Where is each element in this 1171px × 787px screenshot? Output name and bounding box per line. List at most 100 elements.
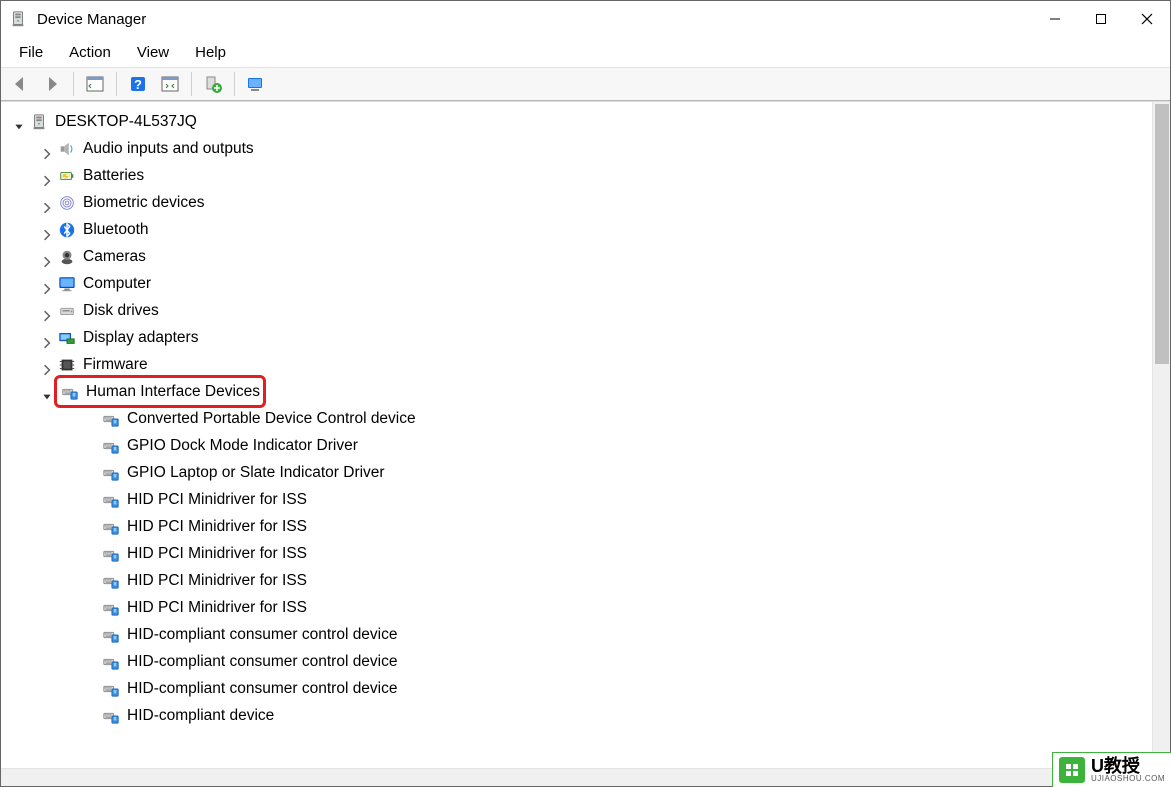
toolbar-help-button[interactable] [125,71,151,97]
display-icon [57,328,77,348]
tree-device-label: HID-compliant consumer control device [127,621,398,648]
menu-bar: File Action View Help [1,37,1170,67]
tree-category-label: Biometric devices [83,189,204,216]
app-icon [9,10,27,28]
toolbar-add-hardware-button[interactable] [200,71,226,97]
tree-device[interactable]: Converted Portable Device Control device [11,405,1152,432]
tree-device[interactable]: HID-compliant consumer control device [11,648,1152,675]
expand-arrow-icon[interactable] [41,358,55,372]
device-manager-window: Device Manager File Action View Help DES… [0,0,1171,787]
expand-arrow-icon[interactable] [41,304,55,318]
tree-category[interactable]: Firmware [11,351,1152,378]
vertical-scrollbar[interactable] [1152,102,1170,768]
window-title: Device Manager [37,11,146,28]
expand-arrow-icon[interactable] [41,169,55,183]
tree-root[interactable]: DESKTOP-4L537JQ [11,108,1152,135]
title-bar: Device Manager [1,1,1170,37]
device-tree[interactable]: DESKTOP-4L537JQ Audio inputs and outputs… [1,102,1152,768]
scrollbar-thumb[interactable] [1155,104,1169,364]
expand-arrow-icon[interactable] [41,196,55,210]
content-area: DESKTOP-4L537JQ Audio inputs and outputs… [1,101,1170,768]
computer-icon [29,112,49,132]
menu-view[interactable]: View [125,40,181,65]
hid-icon [101,490,121,510]
hid-icon [101,598,121,618]
toolbar-remote-button[interactable] [243,71,269,97]
tree-device[interactable]: GPIO Dock Mode Indicator Driver [11,432,1152,459]
expand-arrow-icon[interactable] [41,331,55,345]
watermark: U教授 UJIAOSHOU.COM [1052,752,1171,787]
tree-device[interactable]: HID PCI Minidriver for ISS [11,567,1152,594]
camera-icon [57,247,77,267]
tree-device-label: HID-compliant device [127,702,274,729]
tree-category[interactable]: Disk drives [11,297,1152,324]
tree-device-label: Converted Portable Device Control device [127,405,416,432]
watermark-brand: U教授 [1091,757,1165,775]
toolbar-separator [116,72,117,96]
minimize-button[interactable] [1032,3,1078,35]
tree-category[interactable]: Computer [11,270,1152,297]
tree-category[interactable]: Biometric devices [11,189,1152,216]
menu-action[interactable]: Action [57,40,123,65]
expand-arrow-icon[interactable] [41,277,55,291]
toolbar-scan-button[interactable] [157,71,183,97]
tree-device-label: HID PCI Minidriver for ISS [127,594,307,621]
monitor-icon [57,274,77,294]
tree-device[interactable]: HID PCI Minidriver for ISS [11,594,1152,621]
tree-device[interactable]: GPIO Laptop or Slate Indicator Driver [11,459,1152,486]
disk-icon [57,301,77,321]
tree-category[interactable]: Human Interface Devices [11,378,1152,405]
menu-file[interactable]: File [7,40,55,65]
tree-category[interactable]: Audio inputs and outputs [11,135,1152,162]
hid-icon [101,544,121,564]
tree-device[interactable]: HID PCI Minidriver for ISS [11,486,1152,513]
toolbar-separator [73,72,74,96]
tree-category[interactable]: Batteries [11,162,1152,189]
fingerprint-icon [57,193,77,213]
close-button[interactable] [1124,3,1170,35]
tree-category-label: Audio inputs and outputs [83,135,254,162]
tree-device[interactable]: HID-compliant consumer control device [11,621,1152,648]
tree-device-label: HID-compliant consumer control device [127,648,398,675]
maximize-button[interactable] [1078,3,1124,35]
tree-device-label: HID PCI Minidriver for ISS [127,513,307,540]
tree-device-label: GPIO Dock Mode Indicator Driver [127,432,358,459]
hid-icon [101,652,121,672]
expand-arrow-icon[interactable] [41,250,55,264]
expand-arrow-icon[interactable] [41,223,55,237]
toolbar-back-button[interactable] [7,71,33,97]
hid-icon [101,571,121,591]
menu-help[interactable]: Help [183,40,238,65]
hid-icon [101,517,121,537]
expand-arrow-icon[interactable] [13,115,27,129]
tree-device-label: HID-compliant consumer control device [127,675,398,702]
hid-icon [101,679,121,699]
hid-icon [101,706,121,726]
tree-device[interactable]: HID PCI Minidriver for ISS [11,513,1152,540]
tree-device[interactable]: HID PCI Minidriver for ISS [11,540,1152,567]
battery-icon [57,166,77,186]
hid-icon [101,625,121,645]
tree-device[interactable]: HID-compliant consumer control device [11,675,1152,702]
tree-category-label: Human Interface Devices [86,378,260,405]
tree-category[interactable]: Bluetooth [11,216,1152,243]
hid-icon [60,382,80,402]
tree-category[interactable]: Display adapters [11,324,1152,351]
toolbar-separator [191,72,192,96]
toolbar-forward-button[interactable] [39,71,65,97]
horizontal-scrollbar[interactable] [1,768,1170,786]
tree-device-label: HID PCI Minidriver for ISS [127,486,307,513]
hid-icon [101,409,121,429]
bluetooth-icon [57,220,77,240]
tree-category-label: Bluetooth [83,216,149,243]
tree-category[interactable]: Cameras [11,243,1152,270]
expand-arrow-icon[interactable] [41,142,55,156]
hid-icon [101,436,121,456]
tree-category-label: Disk drives [83,297,159,324]
toolbar-show-hide-tree-button[interactable] [82,71,108,97]
tree-device[interactable]: HID-compliant device [11,702,1152,729]
expand-arrow-icon[interactable] [41,385,55,399]
tree-category-label: Batteries [83,162,144,189]
hid-icon [101,463,121,483]
tree-device-label: HID PCI Minidriver for ISS [127,540,307,567]
